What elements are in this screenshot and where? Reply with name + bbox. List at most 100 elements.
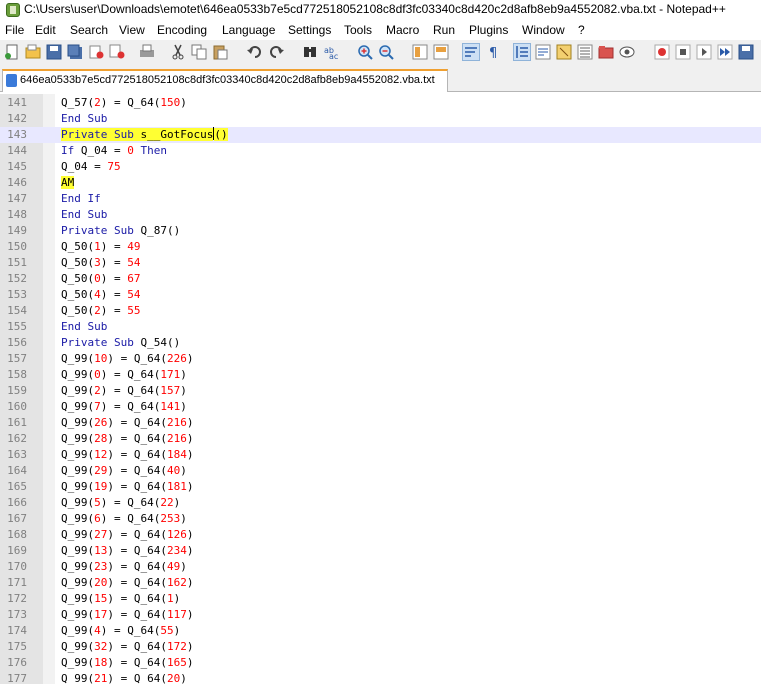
code-line[interactable]: 142 End Sub — [0, 111, 761, 127]
code-line[interactable]: 174 Q_99(4) = Q_64(55) — [0, 623, 761, 639]
menu-edit[interactable]: Edit — [35, 23, 56, 37]
menu-file[interactable]: File — [5, 23, 24, 37]
menu-view[interactable]: View — [119, 23, 145, 37]
number-token: 10 — [94, 352, 108, 365]
code-line[interactable]: 175 Q_99(32) = Q_64(172) — [0, 639, 761, 655]
close-icon[interactable] — [88, 44, 104, 60]
find-icon[interactable] — [302, 44, 318, 60]
number-token: 157 — [160, 384, 181, 397]
redo-icon[interactable] — [268, 44, 284, 60]
code-line[interactable]: 145 Q_04 = 75 — [0, 159, 761, 175]
code-line[interactable]: 164 Q_99(29) = Q_64(40) — [0, 463, 761, 479]
copy-icon[interactable] — [191, 44, 207, 60]
code-line[interactable]: 154 Q_50(2) = 55 — [0, 303, 761, 319]
code-line[interactable]: 152 Q_50(0) = 67 — [0, 271, 761, 287]
open-file-icon[interactable] — [25, 44, 41, 60]
run-macro-multiple-icon[interactable] — [717, 44, 733, 60]
code-line[interactable]: 159 Q_99(2) = Q_64(157) — [0, 383, 761, 399]
close-all-icon[interactable] — [109, 44, 125, 60]
save-icon[interactable] — [46, 44, 62, 60]
save-macro-icon[interactable] — [738, 44, 754, 60]
keyword-token: Then — [140, 144, 167, 157]
paste-icon[interactable] — [212, 44, 228, 60]
menu-settings[interactable]: Settings — [288, 23, 331, 37]
code-line[interactable]: 161 Q_99(26) = Q_64(216) — [0, 415, 761, 431]
code-line[interactable]: 171 Q_99(20) = Q_64(162) — [0, 575, 761, 591]
line-number: 144 — [7, 144, 27, 157]
cut-icon[interactable] — [170, 44, 186, 60]
menu-tools[interactable]: Tools — [344, 23, 372, 37]
indent-guide-icon[interactable] — [513, 43, 531, 61]
save-all-icon[interactable] — [67, 44, 83, 60]
code-line[interactable]: 170 Q_99(23) = Q_64(49) — [0, 559, 761, 575]
play-macro-icon[interactable] — [696, 44, 712, 60]
line-number: 174 — [7, 624, 27, 637]
code-line[interactable]: 141 Q_57(2) = Q_64(150) — [0, 95, 761, 111]
code-line[interactable]: 143 Private Sub s__GotFocus() — [0, 127, 761, 143]
code-line[interactable]: 169 Q_99(13) = Q_64(234) — [0, 543, 761, 559]
menu-help[interactable]: ? — [578, 23, 585, 37]
sync-vertical-icon[interactable] — [412, 44, 428, 60]
zoom-out-icon[interactable] — [378, 44, 394, 60]
editor[interactable]: 141 Q_57(2) = Q_64(150) 142 End Sub 143 Priva… — [0, 94, 761, 684]
folder-workspace-icon[interactable] — [598, 44, 614, 60]
menu-window[interactable]: Window — [522, 23, 565, 37]
code-line[interactable]: 163 Q_99(12) = Q_64(184) — [0, 447, 761, 463]
code-line[interactable]: 148 End Sub — [0, 207, 761, 223]
line-number: 153 — [7, 288, 27, 301]
menu-plugins[interactable]: Plugins — [469, 23, 508, 37]
number-token: 162 — [166, 576, 187, 589]
code-line[interactable]: 168 Q_99(27) = Q_64(126) — [0, 527, 761, 543]
code-text: End Sub — [61, 319, 107, 335]
menu-macro[interactable]: Macro — [386, 23, 419, 37]
number-token: 2 — [94, 384, 101, 397]
undo-icon[interactable] — [247, 44, 263, 60]
code-line[interactable]: 147 End If — [0, 191, 761, 207]
code-line[interactable]: 155 End Sub — [0, 319, 761, 335]
replace-icon[interactable]: abac — [323, 44, 339, 60]
code-line[interactable]: 151 Q_50(3) = 54 — [0, 255, 761, 271]
code-line[interactable]: 167 Q_99(6) = Q_64(253) — [0, 511, 761, 527]
function-list-icon[interactable] — [577, 44, 593, 60]
code-line[interactable]: 156 Private Sub Q_54() — [0, 335, 761, 351]
sync-horizontal-icon[interactable] — [433, 44, 449, 60]
code-line[interactable]: 157 Q_99(10) = Q_64(226) — [0, 351, 761, 367]
new-file-icon[interactable] — [4, 44, 20, 60]
tab-active-file[interactable]: 646ea0533b7e5cd772518052108c8df3fc03340c… — [2, 69, 448, 92]
stop-record-icon[interactable] — [675, 44, 691, 60]
code-line[interactable]: 177 Q_99(21) = Q_64(20) — [0, 671, 761, 684]
number-token: 27 — [94, 528, 108, 541]
menu-language[interactable]: Language — [222, 23, 275, 37]
doc-map-icon[interactable] — [556, 44, 572, 60]
code-line[interactable]: 166 Q_99(5) = Q_64(22) — [0, 495, 761, 511]
word-wrap-icon[interactable] — [462, 43, 480, 61]
menu-search[interactable]: Search — [70, 23, 108, 37]
code-line[interactable]: 153 Q_50(4) = 54 — [0, 287, 761, 303]
zoom-in-icon[interactable] — [357, 44, 373, 60]
number-token: 5 — [94, 496, 101, 509]
code-line[interactable]: 144 If Q_04 = 0 Then — [0, 143, 761, 159]
code-line[interactable]: 150 Q_50(1) = 49 — [0, 239, 761, 255]
record-macro-icon[interactable] — [654, 44, 670, 60]
menu-encoding[interactable]: Encoding — [157, 23, 207, 37]
code-line[interactable]: 158 Q_99(0) = Q_64(171) — [0, 367, 761, 383]
code-text: Private Sub Q_54() — [61, 335, 180, 351]
code-line[interactable]: 146 AM — [0, 175, 761, 191]
code-line[interactable]: 162 Q_99(28) = Q_64(216) — [0, 431, 761, 447]
code-line[interactable]: 172 Q_99(15) = Q_64(1) — [0, 591, 761, 607]
number-token: 54 — [127, 288, 141, 301]
code-line[interactable]: 160 Q_99(7) = Q_64(141) — [0, 399, 761, 415]
print-icon[interactable] — [139, 44, 155, 60]
number-token: 7 — [94, 400, 101, 413]
udl-icon[interactable] — [535, 44, 551, 60]
monitoring-icon[interactable] — [619, 44, 635, 60]
svg-text:ac: ac — [329, 52, 338, 60]
code-line[interactable]: 165 Q_99(19) = Q_64(181) — [0, 479, 761, 495]
code-line[interactable]: 176 Q_99(18) = Q_64(165) — [0, 655, 761, 671]
code-line[interactable]: 173 Q_99(17) = Q_64(117) — [0, 607, 761, 623]
show-all-chars-icon[interactable]: ¶ — [486, 44, 502, 60]
code-line[interactable]: 149 Private Sub Q_87() — [0, 223, 761, 239]
line-number: 172 — [7, 592, 27, 605]
menu-run[interactable]: Run — [433, 23, 455, 37]
code-text: Q_99(5) = Q_64(22) — [61, 495, 180, 511]
